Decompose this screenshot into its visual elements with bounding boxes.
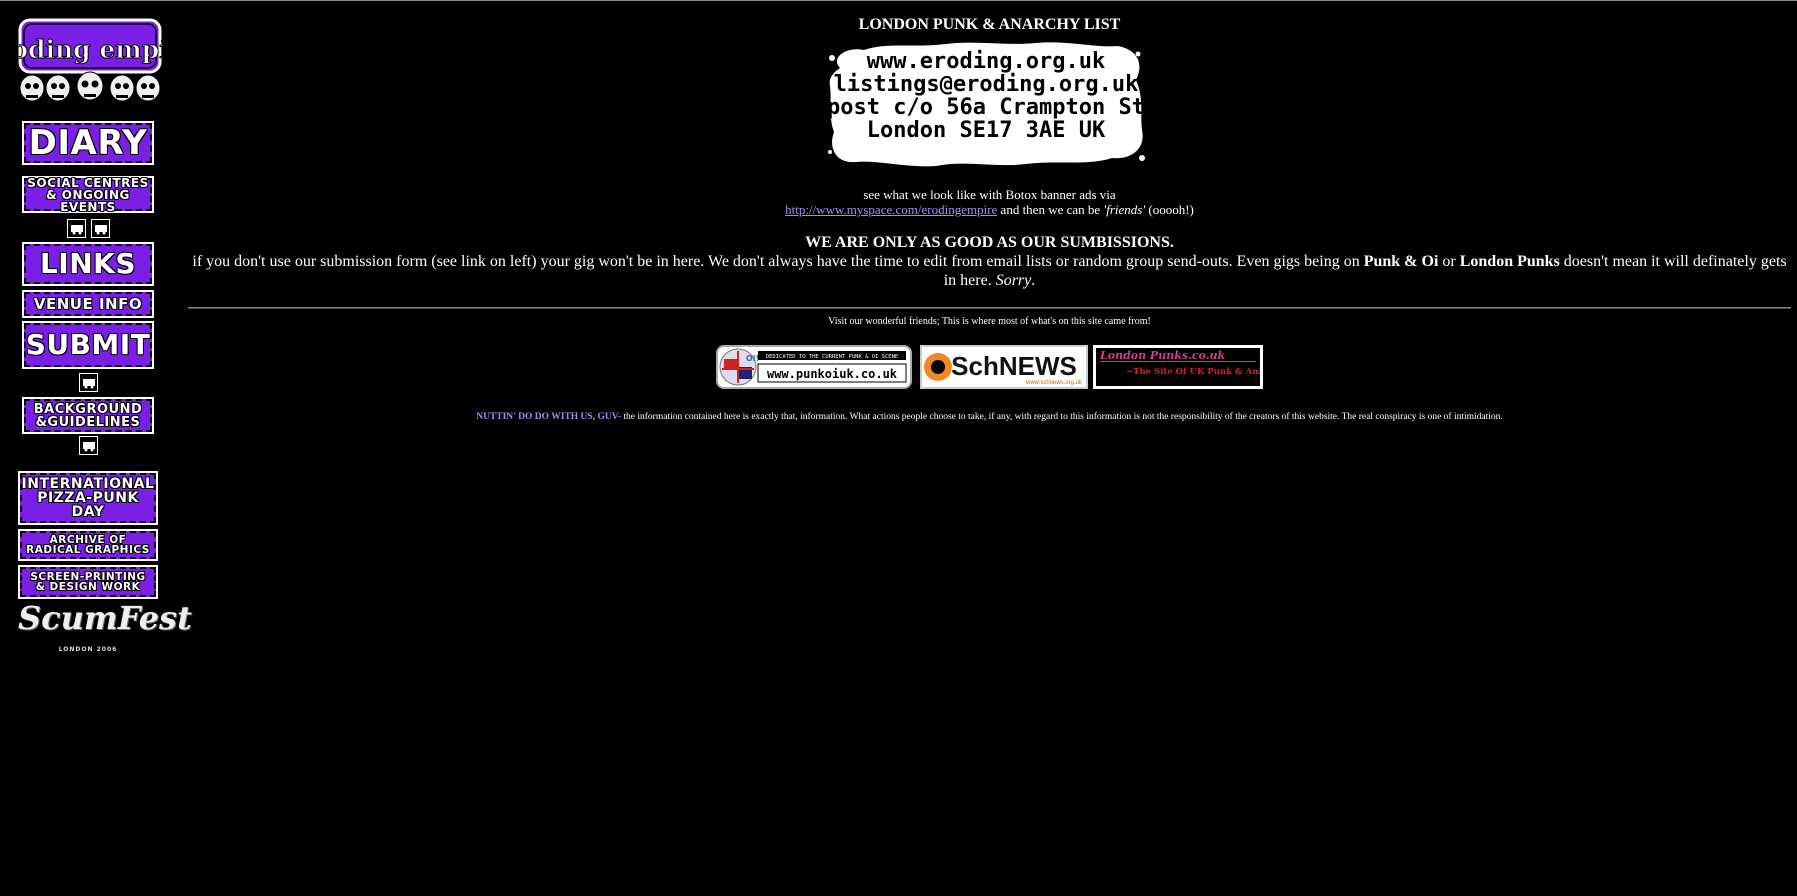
para-text-1: if you don't use our submission form (se… (192, 253, 1364, 270)
nav-links-label: LINKS (39, 247, 137, 280)
nav-archive-label: ARCHIVE OF RADICAL GRAPHICS (26, 533, 150, 556)
nav-diary-label: DIARY (28, 123, 148, 163)
punkoiuk-url: www.punkoiuk.co.uk (767, 367, 898, 381)
scumfest-subtitle: LONDON 2006 (58, 646, 118, 653)
myspace-link[interactable]: http://www.myspace.com/erodingempire (785, 202, 997, 217)
nav-social-centres[interactable]: SOCIAL CENTRES & ONGOING EVENTS (24, 175, 152, 214)
nav-diary[interactable]: DIARY (24, 123, 152, 163)
punkoiuk-banner[interactable]: Oi! DEDICATED TO THE CURRENT PUNK & OI S… (716, 345, 912, 389)
promo-after: and then we can be (997, 202, 1104, 217)
eroding-empire-logo[interactable]: eroding empire (0, 18, 198, 104)
schnews-banner-graphic: SchNEWS www.schnews.org.uk (924, 351, 1083, 386)
punkoiuk-banner-graphic: Oi! DEDICATED TO THE CURRENT PUNK & OI S… (719, 348, 907, 386)
nav-submit[interactable]: SUBMIT (24, 323, 152, 367)
top-border (0, 0, 1797, 1)
updated-icon (82, 378, 95, 388)
nav-social-centres-label: SOCIAL CENTRES & ONGOING EVENTS (27, 175, 149, 214)
para-end: . (1031, 272, 1036, 289)
nav-venue-info-label: VENUE INFO (33, 294, 143, 313)
nav-links[interactable]: LINKS (24, 244, 152, 284)
promo-friends: 'friends' (1103, 202, 1146, 217)
page-title: LONDON PUNK & ANARCHY LIST (858, 16, 1121, 33)
nav-background-label: BACKGROUND &GUIDELINES (33, 401, 143, 430)
scumfest-logo[interactable]: ScumFest LONDON 2006 (18, 602, 192, 666)
stamp-city: London SE17 3AE UK (866, 118, 1106, 143)
para-text-2: or (1438, 253, 1460, 270)
london-punks-banner[interactable]: London Punks.co.uk ~The Site Of UK Punk … (1093, 345, 1263, 389)
oi-badge: Oi! (746, 354, 759, 363)
london-punks-graphic: London Punks.co.uk ~The Site Of UK Punk … (1099, 349, 1263, 377)
svg-text:eroding empire: eroding empire (18, 35, 162, 64)
update-badge-1[interactable] (67, 219, 86, 238)
disclaimer-text: the information contained here is exactl… (621, 412, 1503, 422)
stamp-website: www.eroding.org.uk (866, 49, 1106, 74)
nav-archive-radical-graphics[interactable]: ARCHIVE OF RADICAL GRAPHICS (20, 531, 156, 559)
schnews-banner[interactable]: SchNEWS www.schnews.org.uk (920, 345, 1088, 389)
schnews-url: www.schnews.org.uk (1025, 380, 1083, 386)
nav-background-guidelines[interactable]: BACKGROUND &GUIDELINES (24, 399, 152, 432)
disclaimer: NUTTIN' DO DO WITH US, GUV- the informat… (188, 412, 1791, 422)
updated-icon (94, 224, 107, 234)
stamp-postal: post c/o 56a Crampton St (827, 95, 1145, 120)
submissions-paragraph: if you don't use our submission form (se… (188, 252, 1791, 290)
update-badge-4[interactable] (79, 436, 98, 455)
nav-pizza-punk-day[interactable]: INTERNATIONAL PIZZA-PUNK DAY (20, 473, 156, 523)
promo-line: see what we look like with Botox banner … (863, 187, 1116, 202)
nav-submit-label: SUBMIT (25, 328, 151, 361)
para-bold-punk-oi: Punk & Oi (1363, 253, 1439, 270)
schnews-title: SchNEWS (951, 351, 1077, 381)
stamp-email: listings@eroding.org.uk (833, 72, 1139, 97)
updated-icon (70, 224, 83, 234)
para-bold-london-punks: London Punks (1459, 253, 1560, 270)
punkoiuk-tagline: DEDICATED TO THE CURRENT PUNK & OI SCENE (766, 354, 898, 360)
scumfest-title: ScumFest (18, 599, 192, 637)
para-sorry: Sorry (995, 272, 1032, 289)
contact-details: www.eroding.org.uk listings@eroding.org.… (826, 50, 1146, 142)
horizontal-divider (188, 307, 1791, 309)
nav-pizza-punk-label: INTERNATIONAL PIZZA-PUNK DAY (21, 476, 155, 520)
logo-graphic: eroding empire (0, 18, 198, 102)
london-punks-tagline: ~The Site Of UK Punk & Animal Rights. (1126, 367, 1260, 377)
updated-icon (82, 441, 95, 451)
london-punks-inner: London Punks.co.uk ~The Site Of UK Punk … (1096, 348, 1263, 386)
nav-screen-printing-label: SCREEN-PRINTING & DESIGN WORK (30, 570, 146, 593)
contact-stamp: www.eroding.org.uk listings@eroding.org.… (826, 40, 1146, 168)
nav-screen-printing[interactable]: SCREEN-PRINTING & DESIGN WORK (20, 567, 156, 597)
submissions-heading: WE ARE ONLY AS GOOD AS OUR SUMBISSIONS. (805, 234, 1174, 251)
promo-line-2: http://www.myspace.com/erodingempire and… (188, 202, 1791, 218)
nav-venue-info[interactable]: VENUE INFO (24, 292, 152, 316)
london-punks-title: London Punks.co.uk (1099, 349, 1226, 362)
friends-caption: Visit our wonderful friends; This is whe… (828, 316, 1151, 327)
promo-end: (ooooh!) (1145, 202, 1194, 217)
disclaimer-heading: NUTTIN' DO DO WITH US, GUV- (476, 412, 622, 422)
update-badge-3[interactable] (79, 373, 98, 392)
update-badge-2[interactable] (91, 219, 110, 238)
